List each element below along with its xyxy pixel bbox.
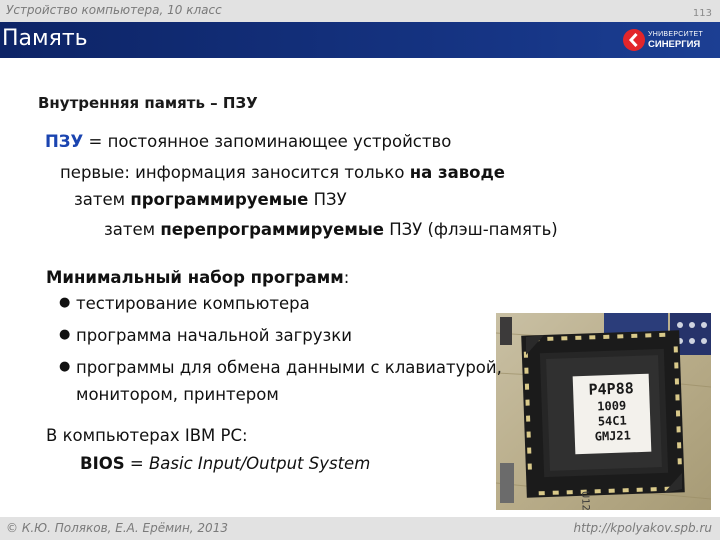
rom-definition: ПЗУ = постоянное запоминающее устройство	[45, 132, 451, 151]
bullet-dot-icon: ●	[59, 359, 71, 374]
chip-label-line1: P4P88	[588, 379, 634, 399]
rom-first-text: первые: информация заносится только	[60, 163, 410, 182]
slide-title: Память	[2, 26, 88, 51]
section-subtitle: Внутренняя память – ПЗУ	[38, 94, 258, 112]
site-url: http://kpolyakov.spb.ru	[573, 521, 712, 535]
rom-then1-post: ПЗУ	[308, 190, 347, 209]
bullet-text: программы для обмена данными с клавиатур…	[76, 358, 502, 377]
logo-line1: УНИВЕРСИТЕТ	[648, 31, 704, 38]
chip-label-line4: GMJ21	[594, 428, 631, 443]
bullet-text: тестирование компьютера	[76, 294, 310, 313]
bios-expansion: Basic Input/Output System	[148, 454, 371, 473]
rom-chip-image: P4P88 1009 54C1 GMJ21 U12	[496, 313, 711, 510]
min-program-set-heading: Минимальный набор программ:	[46, 268, 349, 287]
top-bar: Устройство компьютера, 10 класс 113	[0, 0, 720, 22]
ibm-pc-line: В компьютерах IBM PC:	[46, 426, 248, 445]
rom-first-bold: на заводе	[409, 163, 505, 182]
board-label: U12	[579, 491, 591, 510]
bullet-text: программа начальной загрузки	[76, 326, 352, 345]
rom-then2-post: ПЗУ (флэш-память)	[383, 220, 558, 239]
bullet-dot-icon: ●	[59, 295, 71, 310]
logo-line2: СИНЕРГИЯ	[648, 39, 701, 50]
rom-then2-pre: затем	[104, 220, 161, 239]
rom-chip-photo: P4P88 1009 54C1 GMJ21 U12	[496, 313, 711, 510]
min-program-set-colon: :	[343, 268, 350, 287]
rom-then1-bold: программируемые	[130, 190, 309, 209]
bottom-bar: © К.Ю. Поляков, Е.А. Ерёмин, 2013 http:/…	[0, 517, 720, 540]
rom-first: первые: информация заносится только на з…	[60, 163, 505, 182]
chip-label-line3: 54C1	[598, 413, 627, 428]
bullet-item: ● программа начальной загрузки	[59, 326, 352, 345]
bios-abbr: BIOS	[80, 454, 125, 473]
bullet-dot-icon: ●	[59, 327, 71, 342]
rom-definition-text: = постоянное запоминающее устройство	[83, 132, 452, 151]
copyright: © К.Ю. Поляков, Е.А. Ерёмин, 2013	[6, 521, 228, 535]
bullet-continuation: монитором, принтером	[76, 385, 279, 404]
min-program-set-bold: Минимальный набор программ	[46, 268, 344, 287]
rom-reprogrammable: затем перепрограммируемые ПЗУ (флэш-памя…	[104, 220, 558, 239]
chip-label-line2: 1009	[597, 399, 626, 414]
title-bar: Память УНИВЕРСИТЕТ СИНЕРГИЯ	[0, 22, 720, 58]
rom-then2-bold: перепрограммируемые	[160, 220, 384, 239]
page-number: 113	[692, 8, 712, 19]
bios-equals: =	[124, 454, 149, 473]
synergy-logo-icon	[623, 29, 645, 51]
rom-then1-pre: затем	[74, 190, 131, 209]
bullet-item: ● программы для обмена данными с клавиат…	[59, 358, 502, 377]
bullet-item: ● тестирование компьютера	[59, 294, 310, 313]
rom-programmable: затем программируемые ПЗУ	[74, 190, 347, 209]
bios-line: BIOS = Basic Input/Output System	[80, 454, 370, 473]
rom-abbr: ПЗУ	[45, 132, 84, 151]
synergy-logo: УНИВЕРСИТЕТ СИНЕРГИЯ	[622, 28, 714, 54]
course-title: Устройство компьютера, 10 класс	[6, 3, 222, 17]
